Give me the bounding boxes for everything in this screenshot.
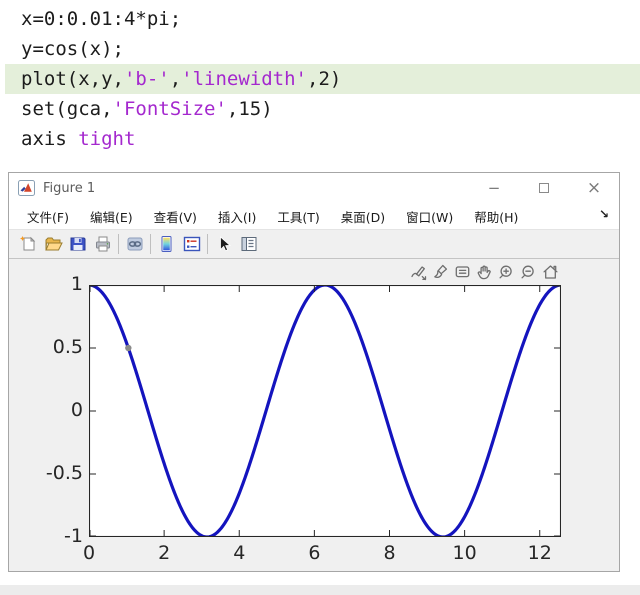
insert-legend-button[interactable] [179,232,204,257]
figure-window: Figure 1 − × 文件(F) 编辑(E) 查看(V) 插入(I) 工具(T) 桌面… [8,172,620,572]
code-segment: axis [21,128,79,150]
menu-item-help[interactable]: 帮助(H) [464,207,529,226]
print-figure-button[interactable] [90,232,115,257]
insert-colorbar-icon [161,236,171,252]
code-segment: ,2) [307,68,342,90]
code-line-2: y=cos(x); [5,34,640,64]
print-figure-icon [95,236,110,252]
insert-legend-icon [183,236,200,252]
save-figure-icon [70,237,85,251]
menu-item-view[interactable]: 查看(V) [144,207,208,226]
insert-colorbar-button[interactable] [154,232,179,257]
link-plot-button[interactable] [122,232,147,257]
code-segment: 'b-' [123,68,170,90]
maximize-icon [539,183,549,193]
open-file-button[interactable] [40,232,65,257]
code-segment: 'FontSize' [112,98,227,120]
code-line-4: set(gca,'FontSize',15) [5,94,640,124]
dock-figure-icon[interactable]: ↘ [599,207,609,221]
menu-bar: 文件(F) 编辑(E) 查看(V) 插入(I) 工具(T) 桌面(D) 窗口(W) 帮助(H)… [9,203,619,229]
pan-button[interactable] [474,262,495,282]
code-line-5: axis tight [5,124,640,154]
close-button[interactable]: × [569,173,619,203]
maximize-button[interactable] [519,173,569,203]
brush-button[interactable] [430,262,451,282]
code-editor: x=0:0.01:4*pi; y=cos(x); plot(x,y,'b-','li… [0,4,640,154]
code-segment: set(gca, [21,98,113,120]
toolbar-separator [207,234,208,254]
window-controls: − × [469,173,619,203]
footer-band [0,585,640,595]
zoom-out-icon [521,265,534,279]
code-segment: , [169,68,182,90]
code-segment: x=0:0.01:4*pi; [21,8,182,30]
x-tick-label: 6 [308,542,321,564]
menu-item-tools[interactable]: 工具(T) [267,207,330,226]
export-icon [411,266,427,281]
new-figure-button[interactable] [15,232,40,257]
link-plot-icon [127,237,142,251]
minimize-button[interactable]: − [469,173,519,203]
menu-item-insert[interactable]: 插入(I) [208,207,267,226]
zoom-in-icon [499,265,512,279]
open-file-icon [44,237,63,251]
x-tick-label: 10 [452,542,477,564]
x-tick-label: 4 [233,542,246,564]
property-editor-button[interactable] [236,232,261,257]
edit-plot-button[interactable] [211,232,236,257]
code-segment: tight [78,128,136,150]
export-button[interactable] [408,262,429,282]
y-tick-label: -0.5 [45,462,83,484]
figure-canvas: 1 0.5 0 -0.5 -1 0 2 4 6 8 10 12 [9,259,619,571]
brush-icon [434,264,448,278]
restore-view-home-button[interactable] [540,262,561,282]
edit-plot-icon [219,236,231,252]
menu-item-edit[interactable]: 编辑(E) [80,207,144,226]
figure-toolbar [9,229,619,259]
save-figure-button[interactable] [65,232,90,257]
menu-item-desktop[interactable]: 桌面(D) [331,207,396,226]
zoom-in-button[interactable] [496,262,517,282]
toolbar-separator [150,234,151,254]
x-tick-label: 8 [383,542,396,564]
menu-item-window[interactable]: 窗口(W) [396,207,464,226]
window-title: Figure 1 [43,180,96,196]
menu-item-file[interactable]: 文件(F) [17,207,80,226]
code-segment: 'linewidth' [181,68,308,90]
code-segment: y=cos(x); [21,38,124,60]
code-segment: ,15) [226,98,273,120]
y-tick-label: 0 [70,399,83,421]
restore-view-home-icon [543,265,558,279]
plot-axes[interactable] [89,285,561,537]
code-line-1: x=0:0.01:4*pi; [5,4,640,34]
datatips-button[interactable] [452,262,473,282]
y-tick-label: 1 [70,273,83,295]
property-editor-icon [241,237,256,251]
matlab-logo-icon [18,180,35,196]
pan-icon [477,265,491,280]
code-line-3: plot(x,y,'b-','linewidth',2) [5,64,640,94]
zoom-out-button[interactable] [518,262,539,282]
new-figure-icon [19,236,35,251]
axes-toolbar [408,262,561,282]
cosine-curve-plot [89,285,561,537]
datatips-icon [455,266,470,278]
title-bar[interactable]: Figure 1 − × [9,173,619,203]
x-tick-label: 12 [527,542,552,564]
screenshot-page: x=0:0.01:4*pi; y=cos(x); plot(x,y,'b-','li… [0,0,640,595]
code-segment: plot(x,y, [21,68,124,90]
toolbar-separator [118,234,119,254]
y-tick-label: 0.5 [52,336,83,358]
x-tick-label: 0 [82,542,96,564]
x-tick-label: 2 [158,542,171,564]
